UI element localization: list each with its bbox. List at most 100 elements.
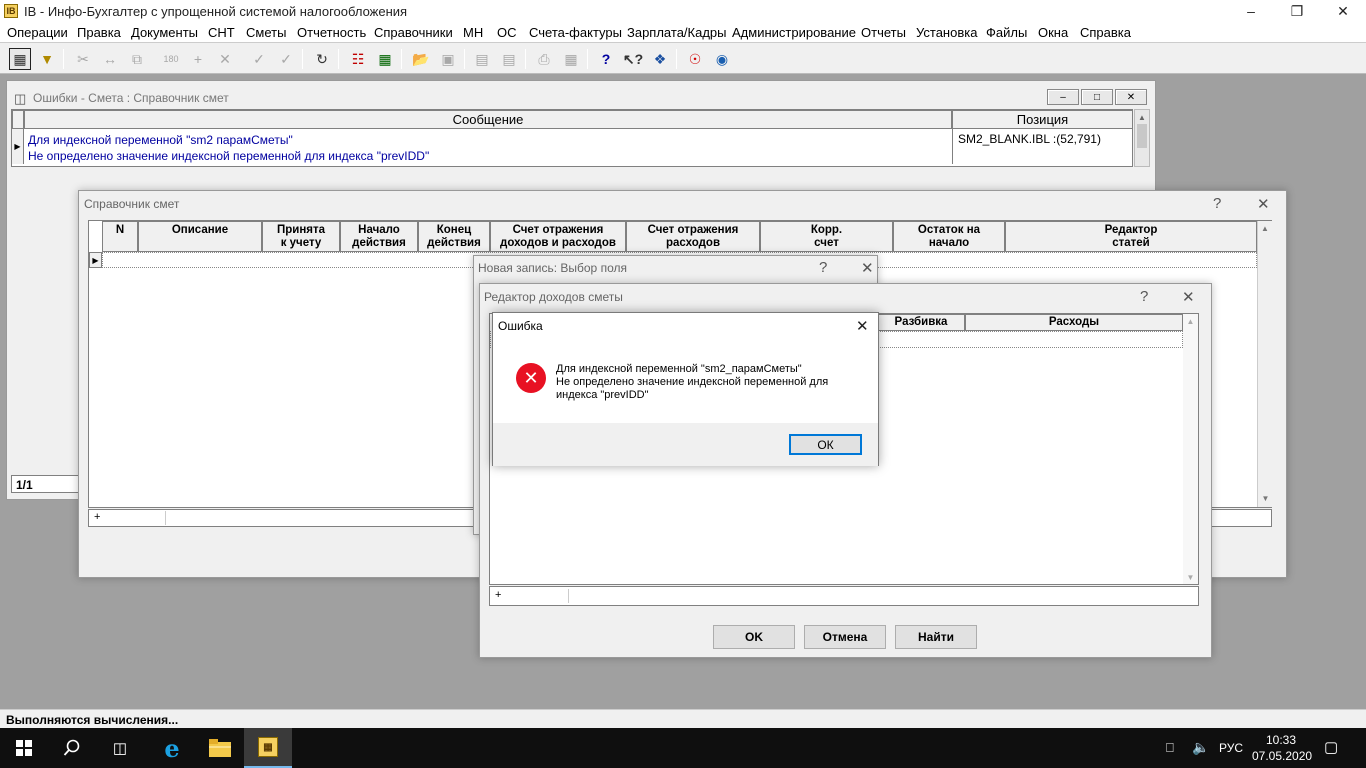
edit-document-icon[interactable]: ▤ [498,48,520,70]
toolbar-separator [525,49,526,69]
mark-icon[interactable]: ✓ [248,48,270,70]
copy-icon[interactable]: ⧉ [126,48,148,70]
errors-scrollbar[interactable]: ▲ [1134,109,1150,167]
error-row-message[interactable]: Для индексной переменной "sm2 парамСметы… [28,132,429,164]
notifications-icon[interactable]: ▢ [1324,738,1338,756]
menu-operations[interactable]: Операции [7,25,68,40]
field-select-title: Новая запись: Выбор поля [478,261,627,275]
menu-payroll[interactable]: Зарплата/Кадры [627,25,727,40]
menu-windows[interactable]: Окна [1038,25,1068,40]
restore-button[interactable]: ❐ [1274,0,1320,22]
menu-invoices[interactable]: Счета-фактуры [529,25,622,40]
menu-admin[interactable]: Администрирование [732,25,856,40]
income-add-indicator[interactable]: + [493,589,569,603]
calculator-icon[interactable]: ▦ [374,48,396,70]
open-folder-icon[interactable]: 📂 [410,48,432,70]
column-corr-account[interactable]: Корр. счет [760,221,893,252]
field-select-help-button[interactable]: ? [819,259,827,276]
menu-mn[interactable]: МН [463,25,483,40]
column-opening-balance[interactable]: Остаток на начало [893,221,1005,252]
menu-reporting[interactable]: Отчетность [297,25,366,40]
income-editor-close-button[interactable]: ✕ [1182,288,1195,306]
report-icon[interactable]: ☷ [347,48,369,70]
scroll-up-icon[interactable]: ▲ [1258,221,1272,235]
error-dialog-close-button[interactable]: ✕ [856,317,869,335]
income-editor-help-button[interactable]: ? [1140,288,1148,305]
document-icon[interactable]: ▤ [471,48,493,70]
menu-help[interactable]: Справка [1080,25,1131,40]
errors-close-button[interactable]: ✕ [1115,89,1147,105]
menu-documents[interactable]: Документы [131,25,198,40]
refresh-icon[interactable]: ↻ [311,48,333,70]
ok-button[interactable]: OK [713,625,795,649]
network-icon[interactable]: ⎕ [1166,740,1174,756]
menu-references[interactable]: Справочники [374,25,453,40]
scroll-down-icon[interactable]: ▼ [1258,491,1273,505]
cancel-button[interactable]: Отмена [804,625,886,649]
error-ok-button[interactable]: ОК [789,434,862,455]
volume-icon[interactable]: 🔈 [1192,739,1209,756]
context-help-icon[interactable]: ↖? [622,48,644,70]
lifebuoy-icon[interactable]: ☉ [684,48,706,70]
error-dialog-line3: индекса "prevIDD" [556,389,649,401]
menu-edit[interactable]: Правка [77,25,121,40]
unmark-icon[interactable]: ✓ [275,48,297,70]
language-indicator[interactable]: РУС [1219,741,1243,755]
menu-reports[interactable]: Отчеты [861,25,906,40]
scroll-down-icon[interactable]: ▼ [1183,570,1198,584]
table-view-icon[interactable]: ▦ [9,48,31,70]
column-income-expense-account[interactable]: Счет отражения доходов и расходов [490,221,626,252]
column-start-date[interactable]: Начало действия [340,221,418,252]
save-icon[interactable]: ▣ [437,48,459,70]
column-expenses[interactable]: Расходы [965,314,1183,331]
column-n[interactable]: N [102,221,138,252]
internet-explorer-icon[interactable]: e [148,728,196,768]
task-view-icon[interactable]: ◫ [96,728,144,768]
column-expense-account[interactable]: Счет отражения расходов [626,221,760,252]
file-explorer-icon[interactable] [196,728,244,768]
menu-estimates[interactable]: Сметы [246,25,286,40]
compass-icon[interactable]: ❖ [649,48,671,70]
delete-icon[interactable]: ✕ [214,48,236,70]
print-icon[interactable]: ⎙ [533,48,555,70]
filter-icon[interactable]: ▼ [36,48,58,70]
move-icon[interactable]: ↔ [99,48,121,70]
estimates-close-button[interactable]: ✕ [1257,195,1270,213]
error-row-position[interactable]: SM2_BLANK.IBL :(52,791) [958,132,1101,146]
menu-snt[interactable]: СНТ [208,25,235,40]
menu-settings[interactable]: Установка [916,25,977,40]
errors-maximize-button[interactable]: □ [1081,89,1113,105]
clock[interactable]: 10:33 07.05.2020 [1252,732,1312,764]
preview-icon[interactable]: ▦ [560,48,582,70]
toolbar-separator [338,49,339,69]
find-button[interactable]: Найти [895,625,977,649]
estimates-help-button[interactable]: ? [1213,195,1221,212]
scroll-thumb[interactable] [1137,124,1147,148]
income-scrollbar[interactable]: ▲ ▼ [1183,314,1198,584]
web-icon[interactable]: ◉ [711,48,733,70]
field-select-close-button[interactable]: ✕ [861,259,874,277]
start-button[interactable] [0,728,48,768]
column-description[interactable]: Описание [138,221,262,252]
minimize-button[interactable]: – [1228,0,1274,22]
column-end-date[interactable]: Конец действия [418,221,490,252]
scroll-up-icon[interactable]: ▲ [1135,110,1149,124]
menu-os[interactable]: ОС [497,25,517,40]
cut-icon[interactable]: ✂ [72,48,94,70]
close-button[interactable]: ✕ [1320,0,1366,22]
column-accepted[interactable]: Принята к учету [262,221,340,252]
infobuhgalter-taskbar-item[interactable]: ▦ [244,728,292,768]
column-split[interactable]: Разбивка [877,314,965,331]
column-article-editor[interactable]: Редактор статей [1005,221,1257,252]
position-column-header[interactable]: Позиция [952,110,1133,129]
rotate-180-icon[interactable]: 180 [160,48,182,70]
help-icon[interactable]: ? [595,48,617,70]
estimates-scrollbar[interactable]: ▲ ▼ [1257,221,1272,507]
scroll-up-icon[interactable]: ▲ [1183,314,1198,328]
add-icon[interactable]: + [187,48,209,70]
search-icon[interactable] [48,728,96,768]
errors-minimize-button[interactable]: – [1047,89,1079,105]
estimates-add-indicator[interactable]: + [92,511,166,525]
menu-files[interactable]: Файлы [986,25,1027,40]
message-column-header[interactable]: Сообщение [24,110,952,129]
